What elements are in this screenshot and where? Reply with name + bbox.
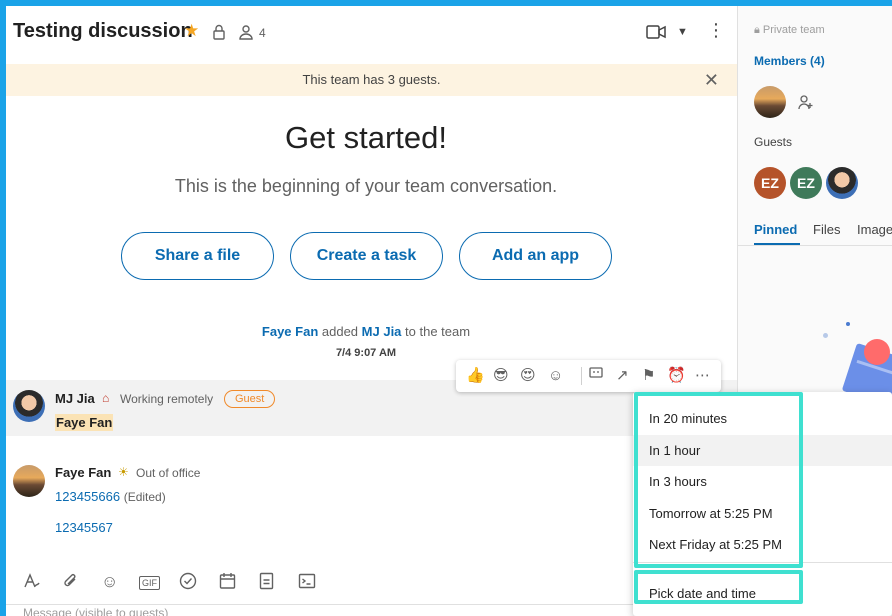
- highlight-box-custom: [634, 570, 803, 604]
- highlight-box-presets: [634, 392, 803, 568]
- app-frame: Testing discussion ★ 4 ▼ ⋮ This team has…: [6, 6, 892, 616]
